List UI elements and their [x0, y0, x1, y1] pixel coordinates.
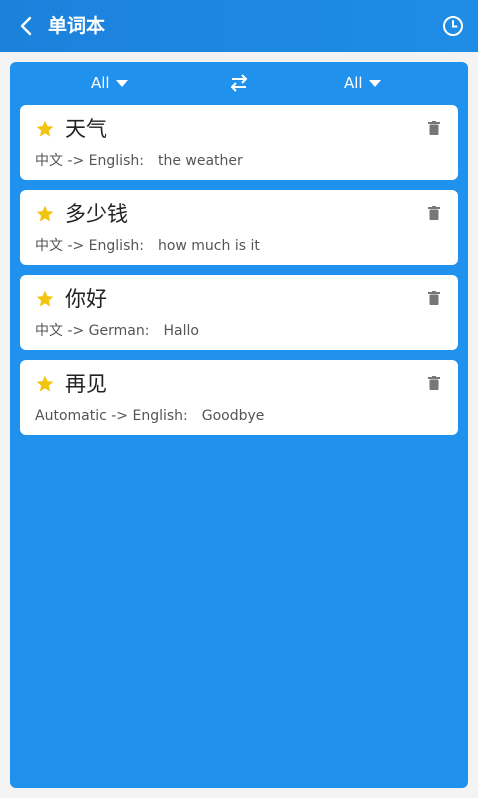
page-title: 单词本	[48, 15, 106, 37]
translation-text: the weather	[157, 153, 243, 169]
direction-label: 中文 -> German:	[35, 323, 150, 339]
source-language-dropdown[interactable]: All	[91, 74, 128, 92]
source-language-label: All	[91, 74, 110, 92]
translation-line: 中文 -> German: Hallo	[35, 322, 199, 340]
target-language-label: All	[344, 74, 363, 92]
chevron-left-icon	[20, 16, 32, 36]
caret-down-icon	[368, 79, 381, 87]
translation-text: how much is it	[157, 238, 260, 254]
translation-line: 中文 -> English: how much is it	[35, 237, 260, 255]
history-button[interactable]	[440, 13, 466, 39]
target-language-dropdown[interactable]: All	[344, 74, 381, 92]
swap-arrows-icon	[230, 74, 248, 92]
trash-icon[interactable]	[428, 376, 440, 390]
caret-down-icon	[115, 79, 128, 87]
word-text: 天气	[65, 117, 107, 141]
direction-label: 中文 -> English:	[35, 238, 144, 254]
app: 单词本 All All 天气 中文 -> English: the weathe…	[0, 0, 478, 798]
word-card[interactable]: 多少钱 中文 -> English: how much is it	[20, 190, 458, 265]
word-text: 多少钱	[65, 202, 128, 226]
trash-icon[interactable]	[428, 121, 440, 135]
translation-line: 中文 -> English: the weather	[35, 152, 243, 170]
translation-text: Goodbye	[201, 408, 265, 424]
direction-label: Automatic -> English:	[35, 408, 188, 424]
word-card[interactable]: 天气 中文 -> English: the weather	[20, 105, 458, 180]
word-card[interactable]: 你好 中文 -> German: Hallo	[20, 275, 458, 350]
word-text: 再见	[65, 372, 107, 396]
direction-label: 中文 -> English:	[35, 153, 144, 169]
clock-icon	[443, 16, 463, 36]
word-card[interactable]: 再见 Automatic -> English: Goodbye	[20, 360, 458, 435]
wordbook-panel: All All 天气 中文 -> English: the weather 多少…	[10, 62, 468, 788]
back-button[interactable]	[12, 12, 40, 40]
star-icon[interactable]	[35, 289, 55, 309]
trash-icon[interactable]	[428, 291, 440, 305]
translation-text: Hallo	[163, 323, 199, 339]
language-filter-bar: All All	[10, 62, 468, 104]
star-icon[interactable]	[35, 374, 55, 394]
star-icon[interactable]	[35, 119, 55, 139]
word-text: 你好	[65, 287, 107, 311]
star-icon[interactable]	[35, 204, 55, 224]
translation-line: Automatic -> English: Goodbye	[35, 407, 264, 425]
swap-languages-button[interactable]	[228, 73, 250, 93]
trash-icon[interactable]	[428, 206, 440, 220]
app-header: 单词本	[0, 0, 478, 52]
